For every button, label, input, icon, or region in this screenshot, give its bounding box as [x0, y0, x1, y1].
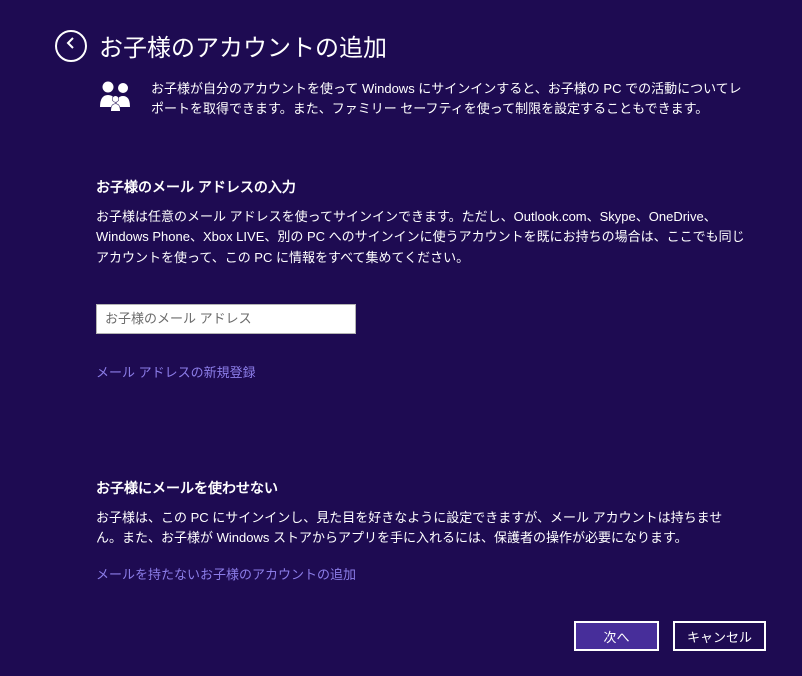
add-child-noemail-link[interactable]: メールを持たないお子様のアカウントの追加 [96, 564, 356, 583]
intro-text: お子様が自分のアカウントを使って Windows にサインインすると、お子様の … [151, 77, 747, 119]
page-title: お子様のアカウントの追加 [99, 28, 387, 63]
noemail-section-title: お子様にメールを使わせない [96, 478, 747, 498]
email-section-text: お子様は任意のメール アドレスを使ってサインインできます。ただし、Outlook… [96, 207, 747, 267]
back-button[interactable] [55, 30, 87, 62]
email-section-title: お子様のメール アドレスの入力 [96, 177, 747, 197]
family-icon [95, 77, 135, 117]
register-email-link[interactable]: メール アドレスの新規登録 [96, 362, 256, 381]
next-button[interactable]: 次へ [574, 621, 659, 651]
noemail-section-text: お子様は、この PC にサインインし、見た目を好きなように設定できますが、メール… [96, 508, 747, 548]
cancel-button[interactable]: キャンセル [673, 621, 766, 651]
back-arrow-icon [63, 35, 79, 56]
child-email-input[interactable] [96, 304, 356, 334]
